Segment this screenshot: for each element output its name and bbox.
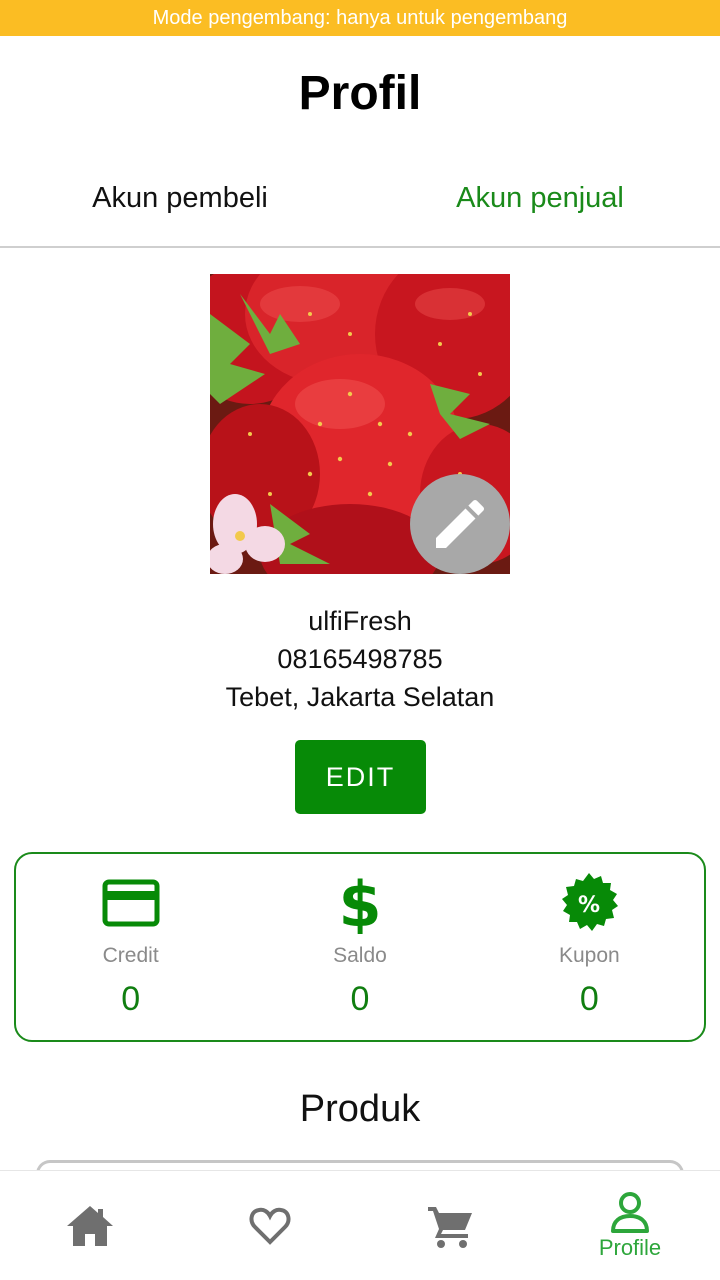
bottom-navigation: Profile: [0, 1170, 720, 1280]
wallet-saldo-label: Saldo: [333, 944, 387, 967]
wallet-kupon[interactable]: % Kupon 0: [475, 854, 704, 1040]
wallet-saldo[interactable]: $ Saldo 0: [245, 854, 474, 1040]
wallet-kupon-label: Kupon: [558, 944, 620, 967]
profile-location: Tebet, Jakarta Selatan: [225, 682, 495, 712]
nav-cart[interactable]: [360, 1171, 540, 1280]
profile-photo: [210, 274, 510, 574]
profile-name: ulfiFresh: [308, 606, 412, 636]
page-title: Profil: [298, 67, 422, 120]
wallet-saldo-value: 0: [350, 980, 370, 1018]
nav-profile-label: Profile: [598, 1234, 662, 1260]
nav-home[interactable]: [0, 1171, 180, 1280]
edit-photo-button[interactable]: [410, 474, 510, 574]
products-section-title: Produk: [299, 1088, 421, 1130]
nav-profile[interactable]: Profile: [540, 1171, 720, 1280]
wallet-credit[interactable]: Credit 0: [16, 854, 245, 1040]
heart-icon: [249, 1207, 291, 1245]
coupon-percent-icon: %: [558, 872, 620, 934]
dollar-icon: $: [340, 872, 380, 934]
tab-buyer-account[interactable]: Akun pembeli: [0, 164, 360, 246]
credit-card-icon: [102, 872, 160, 934]
profile-phone: 08165498785: [277, 644, 443, 674]
svg-text:$: $: [340, 872, 380, 934]
wallet-credit-label: Credit: [102, 944, 159, 967]
account-tabs: Akun pembeli Akun penjual: [0, 164, 720, 248]
svg-text:%: %: [578, 893, 600, 918]
wallet-card: Credit 0 $ Saldo 0 % Kupon 0: [14, 852, 706, 1042]
profile-info: ulfiFresh 08165498785 Tebet, Jakarta Sel…: [0, 602, 720, 716]
wallet-credit-value: 0: [121, 980, 141, 1018]
profile-icon: [611, 1191, 649, 1233]
tab-seller-account[interactable]: Akun penjual: [360, 164, 720, 246]
wallet-kupon-value: 0: [579, 980, 599, 1018]
developer-mode-banner: Mode pengembang: hanya untuk pengembang: [0, 0, 720, 36]
edit-profile-button[interactable]: EDIT: [295, 740, 426, 814]
home-icon: [67, 1205, 113, 1246]
pencil-icon: [436, 499, 485, 548]
developer-mode-text: Mode pengembang: hanya untuk pengembang: [152, 6, 568, 29]
cart-icon: [428, 1206, 472, 1248]
nav-favorites[interactable]: [180, 1171, 360, 1280]
